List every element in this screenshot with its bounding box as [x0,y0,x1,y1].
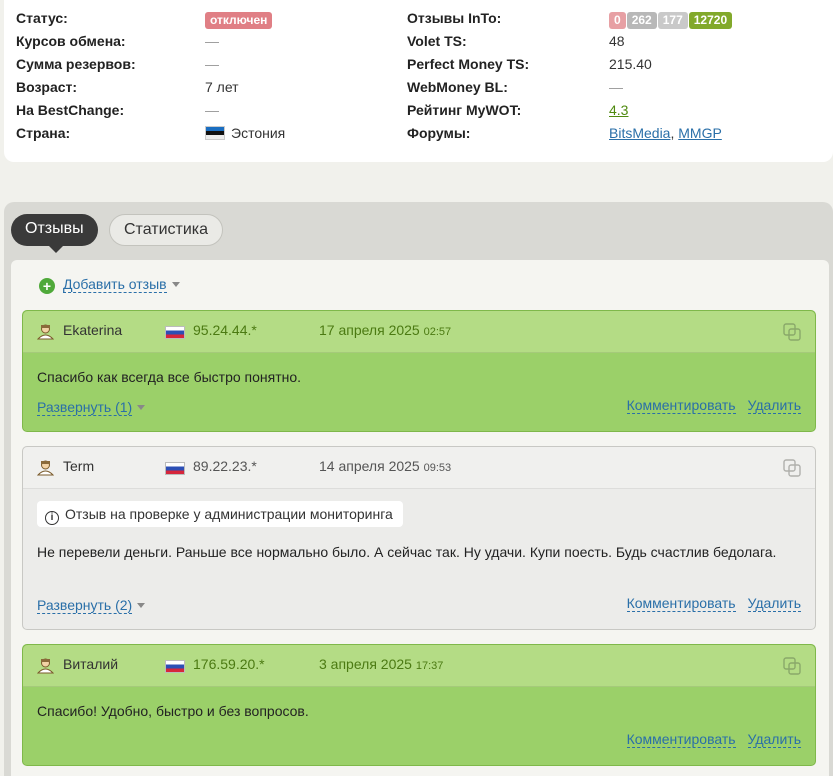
reserves-label: Сумма резервов: [16,56,136,72]
review-text: Спасибо! Удобно, быстро и без вопросов. [37,703,309,719]
caret-down-icon[interactable] [137,603,146,608]
user-icon [37,460,54,476]
webmoney-label: WebMoney BL: [407,79,508,95]
add-review-link[interactable]: Добавить отзыв [63,276,167,293]
delete-link[interactable]: Удалить [747,397,801,414]
webmoney-value: — [609,79,623,95]
negative-count-badge[interactable]: 0 [609,12,626,29]
delete-link[interactable]: Удалить [747,595,801,612]
user-icon [37,658,54,674]
perfect-money-value: 215.40 [609,56,652,72]
review-ip: 89.22.23.* [193,458,257,474]
russia-flag-icon [165,660,185,673]
status-badge: отключен [205,12,273,29]
info-row-country: Страна: Эстония [16,123,396,143]
review-actions: Комментировать Удалить [615,397,801,414]
reviews-list: + Добавить отзыв Ekaterina 95.24.44.* 17 … [11,260,829,776]
bestchange-value: — [205,102,219,118]
mywot-rating-link[interactable]: 4.3 [609,102,628,118]
volet-label: Volet TS: [407,33,467,49]
review-author: Ekaterina [63,322,123,338]
positive-count-badge[interactable]: 12720 [688,12,733,29]
russia-flag-icon [165,462,185,475]
review-card: Ekaterina 95.24.44.* 17 апреля 2025 02:5… [22,310,816,432]
volet-value: 48 [609,33,625,49]
review-header: Ekaterina 95.24.44.* 17 апреля 2025 02:5… [23,311,815,353]
forum-separator: , [670,125,675,141]
review-time: 02:57 [423,326,452,338]
comment-link[interactable]: Комментировать [626,397,736,414]
review-actions: Комментировать Удалить [615,731,801,748]
reserves-value: — [205,56,219,72]
country-value: Эстония [231,125,286,141]
review-ip: 95.24.44.* [193,322,257,338]
caret-down-icon[interactable] [171,282,180,287]
review-time: 09:53 [423,462,452,474]
country-label: Страна: [16,125,71,141]
copy-icon[interactable] [783,459,801,477]
info-row-mywot: Рейтинг MyWOT: 4.3 [407,100,827,120]
review-actions: Комментировать Удалить [615,595,801,612]
info-row-volet: Volet TS: 48 [407,31,827,51]
add-review-row: + Добавить отзыв [39,274,180,294]
info-row-reserves: Сумма резервов: — [16,54,396,74]
info-row-status: Статус: отключен [16,8,396,29]
perfect-money-label: Perfect Money TS: [407,56,530,72]
expand-link[interactable]: Развернуть (2) [37,597,133,614]
comment-link[interactable]: Комментировать [626,595,736,612]
review-time: 17:37 [415,660,444,672]
review-header: Term 89.22.23.* 14 апреля 2025 09:53 [23,447,815,489]
forum-link-mmgp[interactable]: MMGP [678,125,722,141]
tab-reviews[interactable]: Отзывы [11,214,98,253]
rates-label: Курсов обмена: [16,33,126,49]
review-date: 3 апреля 2025 17:37 [319,656,444,672]
claims-count-badge[interactable]: 262 [626,12,657,29]
info-row-bestchange: На BestChange: — [16,100,396,120]
review-author: Term [63,458,95,474]
russia-flag-icon [165,326,185,339]
age-label: Возраст: [16,79,78,95]
neutral-count-badge[interactable]: 177 [657,12,688,29]
exchanger-info-card: Статус: отключен Курсов обмена: — Сумма … [4,0,833,162]
copy-icon[interactable] [783,657,801,675]
review-card: Виталий 176.59.20.* 3 апреля 2025 17:37 … [22,644,816,766]
delete-link[interactable]: Удалить [747,731,801,748]
info-row-age: Возраст: 7 лет [16,77,396,97]
review-ip: 176.59.20.* [193,656,265,672]
review-header: Виталий 176.59.20.* 3 апреля 2025 17:37 [23,645,815,687]
info-row-rates: Курсов обмена: — [16,31,396,51]
info-row-into-reviews: Отзывы InTo: 0 262 177 12720 [407,8,827,29]
info-row-webmoney: WebMoney BL: — [407,77,827,97]
review-date: 14 апреля 2025 09:53 [319,458,452,474]
estonia-flag-icon [205,126,225,140]
moderation-notice: i Отзыв на проверке у администрации монит… [37,501,403,527]
caret-down-icon[interactable] [137,405,146,410]
age-value: 7 лет [205,79,239,95]
copy-icon[interactable] [783,323,801,341]
info-icon: i [45,511,59,525]
review-counts: 0 262 177 12720 [609,9,733,29]
review-text: Не перевели деньги. Раньше все нормально… [37,544,777,560]
into-reviews-label: Отзывы InTo: [407,10,502,26]
reviews-panel: Отзывы Статистика + Добавить отзыв Ekater… [4,202,833,776]
info-row-perfect-money: Perfect Money TS: 215.40 [407,54,827,74]
expand-link[interactable]: Развернуть (1) [37,399,133,416]
mywot-label: Рейтинг MyWOT: [407,102,522,118]
info-row-forums: Форумы: BitsMedia, MMGP [407,123,827,143]
tab-statistics[interactable]: Статистика [109,214,224,246]
bestchange-label: На BestChange: [16,102,125,118]
review-author: Виталий [63,656,119,672]
user-icon [37,324,54,340]
forums-label: Форумы: [407,125,471,141]
rates-value: — [205,33,219,49]
forum-link-bitsmedia[interactable]: BitsMedia [609,125,670,141]
status-label: Статус: [16,10,68,26]
expand-row: Развернуть (2) [37,597,146,614]
review-text: Спасибо как всегда все быстро понятно. [37,369,302,385]
expand-row: Развернуть (1) [37,399,146,416]
review-date: 17 апреля 2025 02:57 [319,322,452,338]
review-card: Term 89.22.23.* 14 апреля 2025 09:53 i От… [22,446,816,630]
plus-circle-icon[interactable]: + [39,278,55,294]
comment-link[interactable]: Комментировать [626,731,736,748]
